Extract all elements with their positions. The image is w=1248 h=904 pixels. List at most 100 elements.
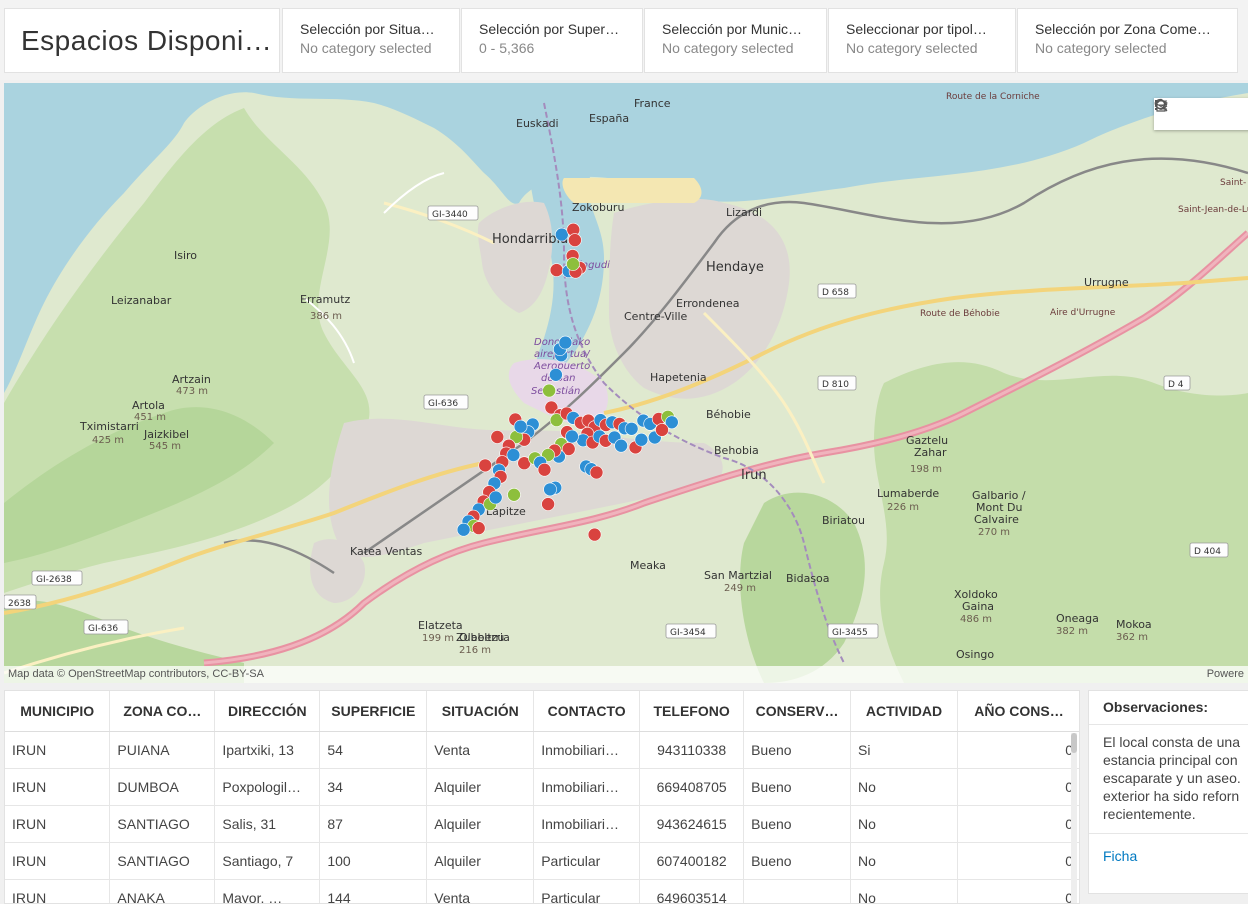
column-header-actividad[interactable]: ACTIVIDAD (850, 691, 958, 732)
map-point-marker[interactable] (490, 430, 505, 444)
road-shield-label: GI-2638 (36, 575, 72, 585)
divider (1089, 833, 1248, 834)
selector-situacion[interactable]: Selección por Situa… No category selecte… (282, 8, 460, 73)
map-point-marker[interactable] (565, 429, 579, 444)
map-label: Erramutz (300, 293, 351, 306)
cell: 100 (319, 842, 428, 880)
map-label: Artzain (172, 373, 211, 386)
table-row[interactable]: IRUN SANTIAGO Salis, 31 87 Alquiler Inmo… (5, 805, 1079, 843)
map-label: San Martzial (704, 569, 772, 582)
selector-superficie[interactable]: Selección por Super… 0 - 5,366 (461, 8, 643, 73)
map-point-marker[interactable] (614, 438, 628, 453)
beach-area (562, 178, 702, 203)
cell: Salis, 31 (214, 805, 321, 843)
road-shield-label: GI-3455 (832, 628, 868, 638)
attribution-text: Map data © OpenStreetMap contributors, C… (8, 668, 264, 680)
home-icon[interactable] (1154, 98, 1206, 130)
road-shield-label: D 658 (822, 288, 849, 298)
layers-icon[interactable] (1154, 98, 1248, 130)
cell: Mayor, … (214, 879, 321, 903)
ficha-link[interactable]: Ficha (1103, 848, 1243, 864)
map-label: 198 m (910, 464, 942, 475)
cell: 144 (319, 879, 428, 903)
map-point-marker[interactable] (589, 465, 604, 480)
cell: Alquiler (426, 805, 535, 843)
map-canvas[interactable]: Zokoburu Lizardi Hendaye ErrondeneaCentre-V… (4, 83, 1248, 683)
map-label: Calvaire (974, 513, 1019, 526)
map-label: Bidasoa (786, 572, 830, 585)
map-point-marker[interactable] (554, 227, 569, 242)
map-point-marker[interactable] (471, 521, 486, 535)
map-point-marker[interactable] (488, 490, 503, 505)
map-point-marker[interactable] (537, 462, 552, 477)
map-point-marker[interactable] (624, 421, 639, 436)
map-point-marker[interactable] (558, 335, 573, 350)
map-point-marker[interactable] (507, 487, 521, 502)
column-header-contacto[interactable]: CONTACTO (533, 691, 641, 732)
column-header-municipio[interactable]: MUNICIPIO (5, 691, 111, 732)
map-point-marker[interactable] (543, 482, 557, 497)
map-point-marker[interactable] (478, 458, 493, 473)
map-label: Route de Béhobie (920, 308, 1000, 319)
cell: SANTIAGO (109, 805, 216, 843)
cell: Bueno (743, 768, 852, 806)
cell: Bueno (743, 805, 852, 843)
road-shield-label: D 404 (1194, 547, 1221, 557)
column-header-conservacion[interactable]: CONSERV… (743, 691, 852, 732)
cell: IRUN (5, 731, 111, 769)
road-shield-label: D 810 (822, 380, 849, 390)
map-label: Zokoburu (572, 201, 624, 214)
divider (1089, 724, 1248, 725)
map-point-marker[interactable] (549, 367, 563, 382)
road-shield-label: 2638 (8, 599, 31, 609)
cell: Venta (426, 879, 535, 903)
map-point-marker[interactable] (587, 527, 602, 542)
cell: 943624615 (639, 805, 745, 843)
cell: 607400182 (639, 842, 745, 880)
column-header-direccion[interactable]: DIRECCIÓN (214, 691, 321, 732)
table-row[interactable]: IRUN ANAKA Mayor, … 144 Venta Particular… (5, 879, 1079, 903)
table-scrollbar[interactable] (1071, 733, 1077, 903)
map-point-marker[interactable] (513, 419, 528, 434)
table-row[interactable]: IRUN DUMBOA Poxpologil… 34 Alquiler Inmo… (5, 768, 1079, 806)
observations-title: Observaciones: (1103, 699, 1209, 715)
cell: Venta (426, 731, 535, 769)
selector-tipologia[interactable]: Seleccionar por tipol… No category selec… (828, 8, 1016, 73)
column-header-superficie[interactable]: SUPERFICIE (319, 691, 428, 732)
cell: No (850, 842, 958, 880)
selector-title: Selección por Situa… (300, 21, 435, 37)
selector-title: Selección por Super… (479, 21, 620, 37)
map-label: Euskadi (516, 117, 559, 130)
column-header-ano[interactable]: AÑO CONS… (957, 691, 1079, 732)
map-label: France (634, 97, 671, 110)
map-point-marker[interactable] (541, 497, 555, 511)
selector-zona-comercial[interactable]: Selección por Zona Come… No category sel… (1017, 8, 1238, 73)
map-label: 216 m (459, 645, 491, 656)
map-point-marker[interactable] (568, 233, 582, 247)
map-label: Mokoa (1116, 618, 1152, 631)
map-point-marker[interactable] (549, 263, 564, 277)
table-row[interactable]: IRUN SANTIAGO Santiago, 7 100 Alquiler P… (5, 842, 1079, 880)
cell: 943110338 (639, 731, 745, 769)
scrollbar-thumb[interactable] (1071, 733, 1077, 753)
map-point-marker[interactable] (456, 522, 471, 537)
map-point-marker[interactable] (634, 432, 649, 447)
cell: 0 (957, 879, 1079, 903)
map-point-marker[interactable] (542, 383, 556, 398)
map-point-marker[interactable] (506, 448, 521, 462)
selector-municipio[interactable]: Selección por Munic… No category selecte… (644, 8, 827, 73)
map-label: España (589, 112, 629, 125)
map-point-marker[interactable] (655, 423, 669, 437)
column-header-zona[interactable]: ZONA CO… (109, 691, 216, 732)
road-shield-label: GI-636 (428, 399, 458, 409)
map-label: Zahar (914, 446, 947, 459)
map-point-marker[interactable] (566, 257, 580, 271)
column-header-telefono[interactable]: TELEFONO (639, 691, 745, 732)
map-view[interactable]: Zokoburu Lizardi Hendaye Errondenea Centre-V… (4, 83, 1248, 683)
legend-icon[interactable] (1155, 98, 1232, 130)
map-label: Biriatou (822, 514, 865, 527)
map-label: Oneaga (1056, 612, 1099, 625)
cell: No (850, 879, 958, 903)
column-header-situacion[interactable]: SITUACIÓN (426, 691, 535, 732)
table-row[interactable]: IRUN PUIANA Ipartxiki, 13 54 Venta Inmob… (5, 731, 1079, 769)
